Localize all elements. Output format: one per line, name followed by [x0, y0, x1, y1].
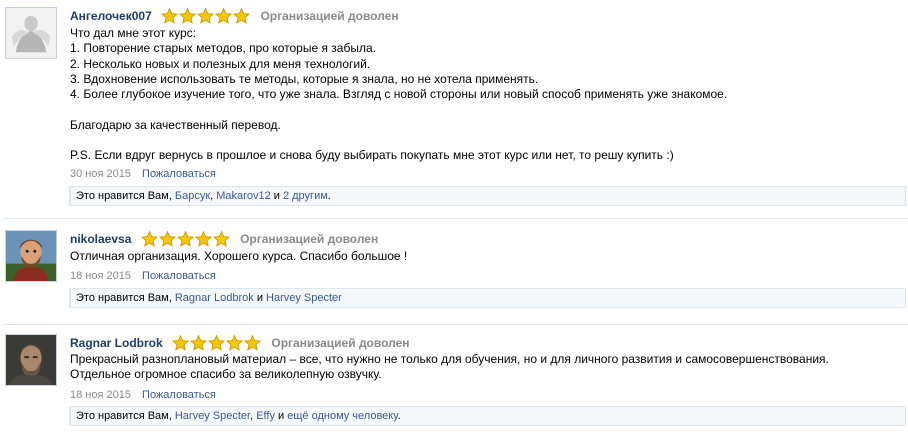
review-date: 18 ноя 2015 — [70, 389, 131, 401]
review-date: 30 ноя 2015 — [70, 168, 131, 180]
review-line: 1. Повторение старых методов, про которы… — [70, 41, 376, 56]
likes-comma: , — [250, 410, 254, 422]
review-meta: 18 ноя 2015 Пожаловаться — [70, 270, 216, 282]
verdict-label: Организацией доволен — [260, 9, 399, 23]
star-icon — [179, 8, 197, 24]
review-line: Что дал мне этот курс: — [70, 26, 196, 40]
rating-stars — [161, 8, 251, 24]
avatar[interactable] — [5, 334, 57, 386]
likes-bar: Это нравится Вам, Ragnar Lodbrok и Harve… — [69, 288, 906, 308]
review-text: Прекрасный разноплановый материал – все,… — [70, 352, 829, 383]
likes-bar: Это нравится Вам, Harvey Specter, Effy и… — [69, 406, 906, 426]
review-line — [70, 133, 727, 148]
review-divider — [5, 218, 908, 219]
username-link[interactable]: nikolaevsa — [70, 232, 131, 246]
star-icon — [215, 8, 233, 24]
rating-stars — [172, 335, 262, 351]
star-icon — [140, 231, 158, 247]
avatar-angel-figure-icon — [6, 8, 56, 58]
star-icon — [208, 335, 226, 351]
likes-bar: Это нравится Вам, Барсук, Makarov12 и 2 … — [69, 186, 906, 206]
review-2: nikolaevsa Организацией доволен Отличная… — [0, 222, 908, 320]
liker-link[interactable]: Harvey Specter — [175, 410, 250, 422]
report-link[interactable]: Пожаловаться — [142, 168, 216, 180]
likes-conj: и — [278, 410, 285, 422]
avatar[interactable] — [5, 230, 57, 282]
review-line: 3. Вдохновение использовать те методы, к… — [70, 71, 539, 86]
review-divider — [5, 324, 908, 325]
likes-others-link[interactable]: ещё одному человеку — [287, 410, 397, 422]
likes-conj: и — [273, 190, 280, 202]
rating-stars — [140, 231, 231, 247]
username-link[interactable]: Ангелочек007 — [70, 9, 152, 23]
likes-prefix: Это нравится Вам, — [76, 292, 172, 304]
review-meta: 18 ноя 2015 Пожаловаться — [70, 389, 216, 401]
liker-link[interactable]: Effy — [256, 410, 275, 422]
star-icon — [226, 335, 244, 351]
star-icon — [194, 231, 212, 247]
star-icon — [233, 8, 251, 24]
review-line: Прекрасный разноплановый материал – все,… — [70, 352, 829, 366]
avatar[interactable] — [5, 7, 57, 59]
review-date: 18 ноя 2015 — [70, 270, 131, 282]
likes-suffix: . — [327, 190, 331, 202]
review-line: Отдельное огромное спасибо за великолепн… — [70, 367, 382, 382]
likes-conj: и — [256, 292, 263, 304]
liker-link[interactable]: Барсук — [175, 190, 210, 202]
star-icon — [176, 231, 194, 247]
star-icon — [172, 335, 190, 351]
avatar-bearded-man-icon — [6, 335, 56, 385]
star-icon — [197, 8, 215, 24]
review-line — [70, 102, 727, 117]
report-link[interactable]: Пожаловаться — [142, 270, 216, 282]
username-link[interactable]: Ragnar Lodbrok — [70, 336, 163, 350]
star-icon — [158, 231, 176, 247]
review-line: Благодарю за качественный перевод. — [70, 117, 281, 132]
star-icon — [244, 335, 262, 351]
likes-others-link[interactable]: Harvey Specter — [266, 292, 342, 304]
avatar-cartoon-viking-icon — [6, 231, 56, 281]
review-text: Что дал мне этот курс: 1. Повторение ста… — [70, 26, 727, 164]
review-1: Ангелочек007 Организацией доволен Что да… — [0, 0, 908, 218]
star-icon — [161, 8, 179, 24]
review-header: nikolaevsa Организацией доволен — [70, 231, 378, 249]
review-line: P.S. Если вдруг вернусь в прошлое и снов… — [70, 148, 674, 163]
verdict-label: Организацией доволен — [240, 232, 379, 246]
review-line: Отличная организация. Хорошего курса. Сп… — [70, 249, 408, 263]
review-header: Ragnar Lodbrok Организацией доволен — [70, 335, 410, 353]
likes-suffix: . — [397, 410, 401, 422]
liker-link[interactable]: Makarov12 — [216, 190, 270, 202]
review-meta: 30 ноя 2015 Пожаловаться — [70, 168, 216, 180]
likes-comma: , — [210, 190, 214, 202]
review-line: 2. Несколько новых и полезных для меня т… — [70, 56, 371, 71]
review-line: 4. Более глубокое изучение того, что уже… — [70, 87, 728, 102]
review-text: Отличная организация. Хорошего курса. Сп… — [70, 249, 407, 264]
likes-prefix: Это нравится Вам, — [76, 410, 172, 422]
verdict-label: Организацией доволен — [271, 336, 410, 350]
report-link[interactable]: Пожаловаться — [142, 389, 216, 401]
star-icon — [212, 231, 230, 247]
review-header: Ангелочек007 Организацией доволен — [70, 8, 399, 26]
liker-link[interactable]: Ragnar Lodbrok — [175, 292, 254, 304]
review-3: Ragnar Lodbrok Организацией доволен Прек… — [0, 328, 908, 435]
likes-others-link[interactable]: 2 другим — [283, 190, 328, 202]
likes-prefix: Это нравится Вам, — [76, 190, 172, 202]
star-icon — [190, 335, 208, 351]
